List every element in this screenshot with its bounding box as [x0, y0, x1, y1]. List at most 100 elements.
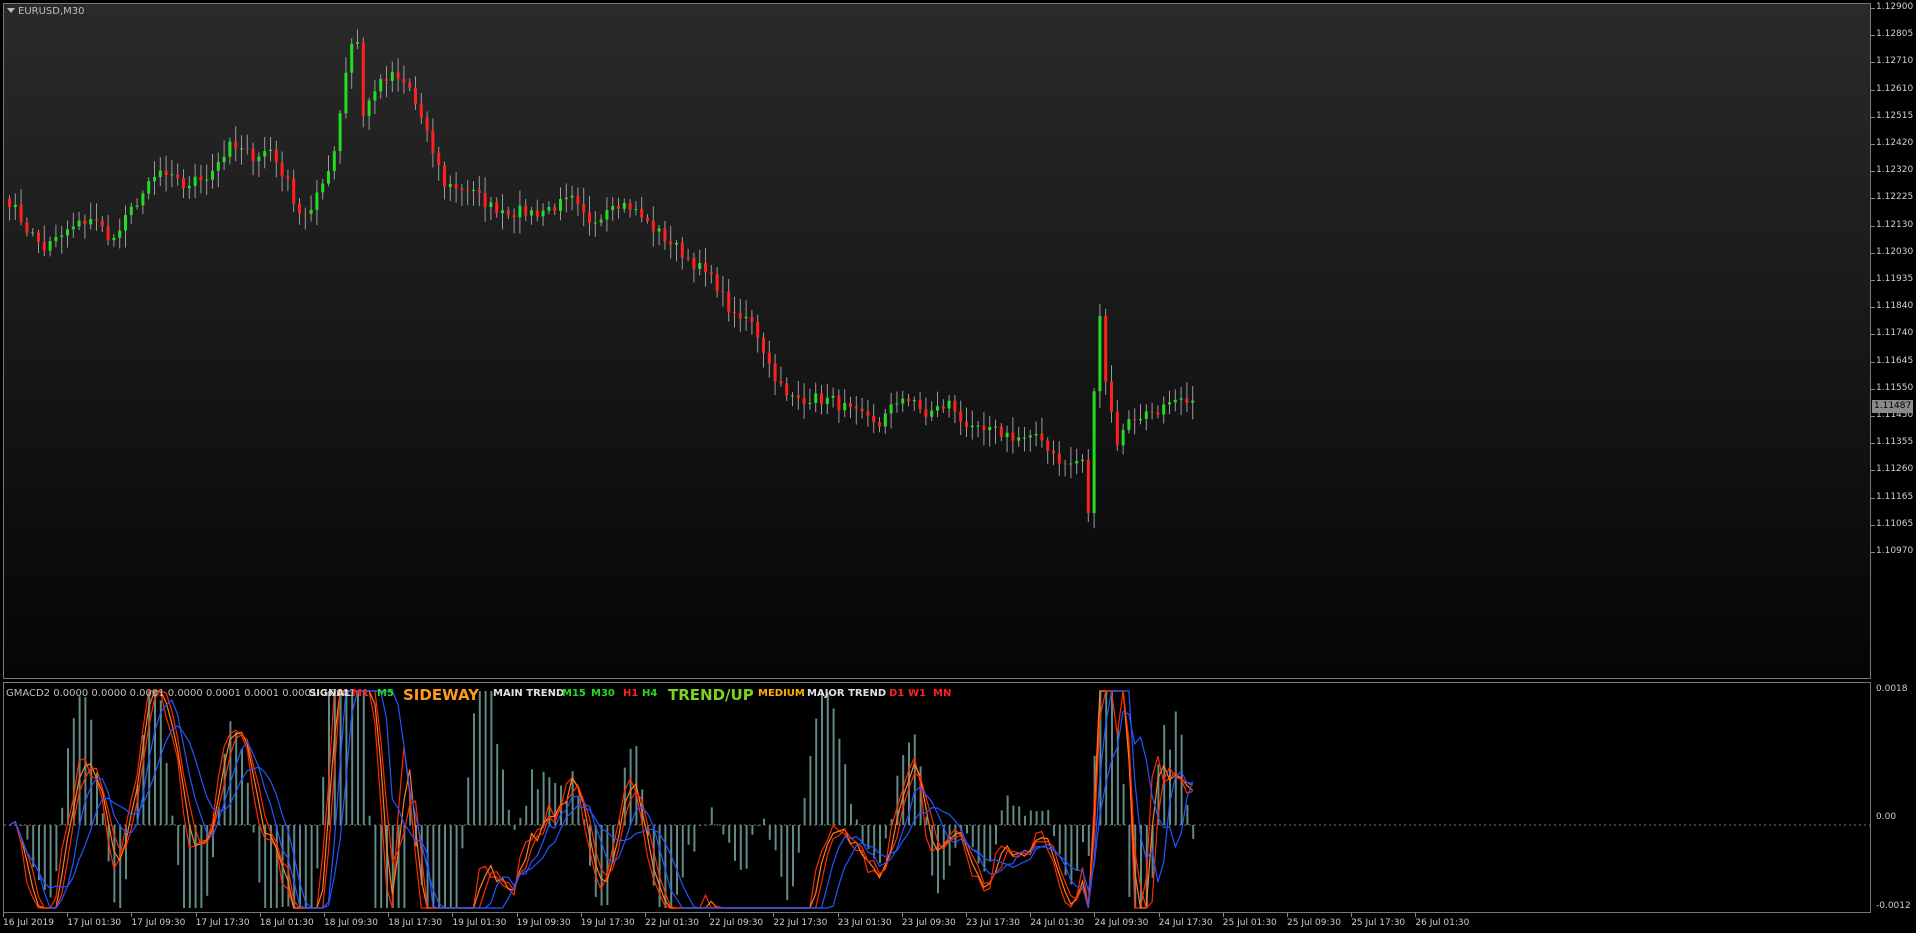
bear-candle — [738, 313, 742, 319]
bull-candle — [71, 226, 75, 230]
time-axis-label: 19 Jul 09:30 — [516, 918, 571, 928]
bull-candle — [930, 410, 934, 417]
histogram-bar — [577, 796, 580, 825]
bear-candle — [385, 79, 388, 81]
histogram-bar — [101, 813, 104, 825]
time-axis-tick — [259, 913, 261, 917]
bull-candle — [129, 206, 133, 216]
histogram-bar — [705, 824, 707, 826]
histogram-bar — [183, 825, 185, 908]
bull-candle — [77, 220, 81, 227]
time-axis-tick — [516, 913, 518, 917]
bull-candle — [605, 210, 609, 220]
price-axis-label: 1.11550 — [1876, 382, 1914, 393]
histogram-bar — [1006, 795, 1009, 825]
bull-candle — [269, 149, 272, 152]
price-axis-tick — [1871, 62, 1875, 64]
bear-candle — [646, 217, 649, 221]
bull-candle — [222, 156, 226, 163]
histogram-bar — [1035, 811, 1038, 825]
price-chart-pane[interactable]: EURUSD,M30 — [3, 3, 1871, 679]
bear-candle — [182, 177, 185, 189]
histogram-bar — [1018, 806, 1021, 825]
histogram-bar — [1087, 825, 1090, 856]
bear-candle — [251, 148, 255, 162]
bull-candle — [327, 171, 330, 184]
histogram-bar — [194, 825, 197, 908]
indicator-pane[interactable] — [3, 682, 1871, 913]
bull-candle — [1139, 418, 1142, 421]
histogram-bar — [797, 825, 800, 853]
bear-candle — [959, 411, 963, 422]
time-axis-label: 24 Jul 01:30 — [1030, 918, 1085, 928]
time-axis-tick — [67, 913, 69, 917]
candlestick-series — [8, 29, 1195, 529]
histogram-bar — [67, 748, 69, 825]
histogram-bar — [780, 825, 783, 877]
bear-candle — [721, 291, 725, 293]
bear-candle — [640, 208, 644, 218]
time-axis-label: 18 Jul 01:30 — [259, 918, 314, 928]
bear-candle — [414, 87, 417, 104]
bear-candle — [408, 82, 412, 88]
bull-candle — [216, 162, 220, 171]
time-axis-label: 19 Jul 01:30 — [452, 918, 507, 928]
time-axis-label: 17 Jul 17:30 — [195, 918, 250, 928]
histogram-bar — [942, 825, 945, 880]
histogram-bar — [61, 807, 64, 825]
time-axis-label: 24 Jul 17:30 — [1158, 918, 1213, 928]
bull-candle — [1075, 461, 1079, 464]
histogram-bar — [966, 825, 968, 834]
histogram-bar — [310, 825, 313, 908]
bear-candle — [767, 352, 771, 364]
bear-candle — [727, 291, 731, 312]
histogram-bar — [699, 825, 702, 826]
bull-candle — [1023, 437, 1026, 439]
bull-candle — [356, 42, 359, 44]
histogram-bar — [803, 798, 806, 825]
histogram-bar — [600, 825, 603, 906]
histogram-bar — [322, 777, 325, 825]
histogram-bar — [1186, 805, 1189, 825]
bull-candle — [193, 176, 197, 186]
histogram-bar — [832, 708, 835, 825]
price-axis-tick — [1871, 280, 1875, 281]
price-axis-label: 1.11935 — [1876, 274, 1914, 284]
bear-candle — [762, 337, 765, 353]
bull-candle — [791, 395, 794, 397]
histogram-bar — [1070, 825, 1073, 885]
price-axis-label: 1.11355 — [1876, 437, 1914, 448]
histogram-bar — [235, 732, 238, 825]
bear-candle — [361, 42, 365, 116]
histogram-bar — [20, 825, 23, 826]
bull-candle — [309, 209, 313, 214]
histogram-bar — [1058, 825, 1061, 855]
histogram-bar — [1012, 805, 1015, 825]
price-axis-label: 1.10970 — [1876, 546, 1914, 556]
bull-candle — [1081, 459, 1084, 462]
bull-candle — [675, 242, 678, 245]
histogram-bar — [455, 825, 458, 908]
histogram-bar — [403, 825, 406, 908]
price-axis-tick — [1871, 416, 1875, 417]
price-axis-tick — [1871, 361, 1875, 363]
bear-candle — [924, 409, 928, 417]
histogram-bar — [368, 815, 371, 825]
price-axis-label: 1.12225 — [1876, 192, 1914, 203]
bear-candle — [245, 148, 249, 150]
price-axis-tick — [1871, 334, 1875, 336]
bull-candle — [1121, 429, 1125, 446]
histogram-bar — [1169, 749, 1171, 825]
bull-candle — [1162, 404, 1166, 415]
time-axis-label: 18 Jul 09:30 — [324, 918, 378, 928]
histogram-bar — [792, 825, 794, 887]
bear-candle — [733, 311, 736, 314]
bear-candle — [796, 395, 800, 398]
bear-candle — [443, 165, 446, 187]
price-axis-label: 1.11065 — [1876, 518, 1914, 529]
histogram-bar — [507, 809, 510, 825]
bear-candle — [553, 207, 557, 211]
histogram-bar — [1076, 825, 1079, 871]
bull-candle — [808, 402, 812, 404]
bear-candle — [164, 170, 168, 176]
